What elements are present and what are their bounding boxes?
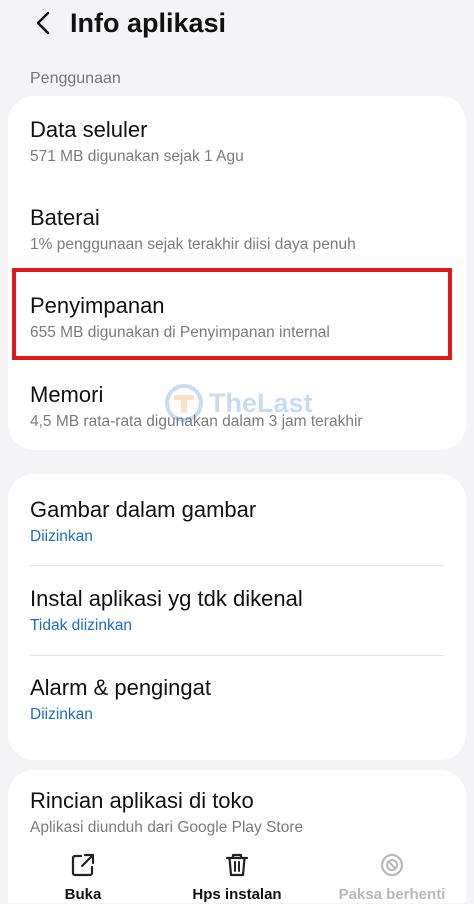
chevron-left-icon bbox=[36, 11, 50, 35]
permission-item-title: Instal aplikasi yg tdk dikenal bbox=[30, 586, 303, 611]
highlight-box-storage bbox=[12, 268, 452, 360]
section-label-usage: Penggunaan bbox=[30, 70, 121, 87]
store-details-subtitle: Aplikasi diunduh dari Google Play Store bbox=[30, 819, 304, 836]
watermark: TheLast bbox=[165, 384, 315, 424]
permission-item-title: Gambar dalam gambar bbox=[30, 497, 257, 522]
usage-item-subtitle: 1% penggunaan sejak terakhir diisi daya … bbox=[30, 236, 356, 253]
uninstall-button[interactable]: Hps instalan bbox=[174, 840, 300, 903]
store-details-title: Rincian aplikasi di toko bbox=[30, 788, 254, 813]
page-title: Info aplikasi bbox=[70, 8, 227, 38]
app-header: Info aplikasi bbox=[0, 0, 474, 58]
open-button[interactable]: Buka bbox=[28, 840, 138, 903]
watermark-text: TheLast bbox=[209, 388, 313, 418]
usage-item-title: Baterai bbox=[30, 205, 100, 230]
block-icon bbox=[380, 853, 404, 877]
usage-item-mobile-data[interactable]: Data seluler 571 MB digunakan sejak 1 Ag… bbox=[8, 96, 466, 184]
permission-item-unknown-apps[interactable]: Instal aplikasi yg tdk dikenal Tidak dii… bbox=[8, 566, 466, 654]
permission-item-title: Alarm & pengingat bbox=[30, 675, 211, 700]
permission-item-status: Diizinkan bbox=[30, 706, 93, 723]
open-external-icon bbox=[71, 853, 95, 877]
usage-item-battery[interactable]: Baterai 1% penggunaan sejak terakhir dii… bbox=[8, 184, 466, 272]
permissions-card: Gambar dalam gambar Diizinkan Instal apl… bbox=[8, 474, 466, 760]
force-stop-button[interactable]: Paksa berhenti bbox=[330, 840, 454, 903]
back-button[interactable] bbox=[26, 6, 60, 40]
store-details-item[interactable]: Rincian aplikasi di toko Aplikasi diundu… bbox=[8, 770, 466, 840]
uninstall-button-label: Hps instalan bbox=[192, 886, 282, 903]
permission-item-alarms[interactable]: Alarm & pengingat Diizinkan bbox=[8, 656, 466, 760]
force-stop-button-label: Paksa berhenti bbox=[338, 886, 446, 903]
permission-item-pip[interactable]: Gambar dalam gambar Diizinkan bbox=[8, 474, 466, 564]
trash-icon bbox=[225, 853, 249, 877]
usage-item-title: Data seluler bbox=[30, 117, 148, 142]
bottom-action-bar: Buka Hps instalan Paksa berhenti bbox=[0, 840, 474, 903]
usage-item-subtitle: 571 MB digunakan sejak 1 Agu bbox=[30, 148, 244, 165]
open-button-label: Buka bbox=[64, 886, 102, 903]
usage-item-title: Memori bbox=[30, 382, 104, 407]
permission-item-status: Tidak diizinkan bbox=[30, 617, 132, 634]
watermark-logo-icon bbox=[165, 384, 203, 422]
permission-item-status: Diizinkan bbox=[30, 528, 93, 545]
